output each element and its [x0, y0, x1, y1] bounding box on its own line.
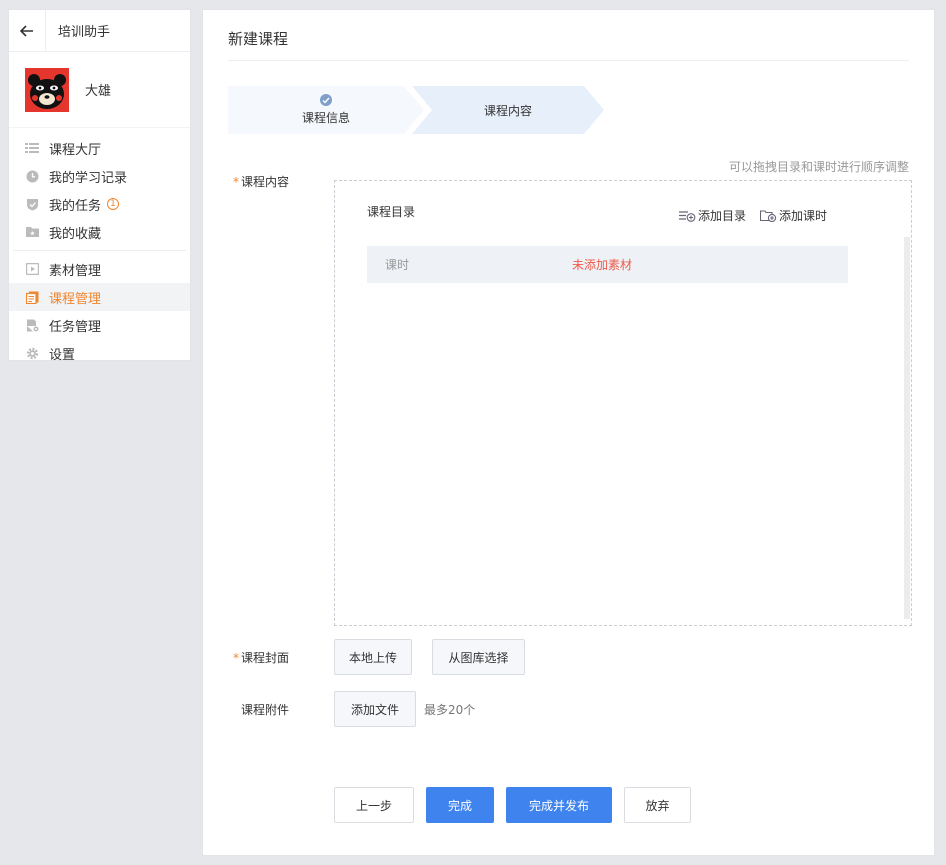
arrow-left-icon: [20, 24, 33, 37]
lesson-row[interactable]: 课时 未添加素材: [367, 246, 848, 283]
main-panel: 新建课程 课程信息 课程内容 可以拖拽目录和课时进行顺序调整 * 课程内容 课程目…: [202, 9, 935, 856]
sidebar-title: 培训助手: [58, 25, 111, 40]
cover-label-text: 课程封面: [241, 651, 290, 665]
user-info: 大雄: [9, 52, 190, 128]
add-folder-icon: [759, 209, 777, 222]
cover-field-label: * 课程封面: [233, 649, 289, 666]
drag-hint: 可以拖拽目录和课时进行顺序调整: [728, 160, 909, 174]
sidebar-header: 培训助手: [9, 9, 190, 52]
clock-icon: [25, 169, 39, 183]
sidebar: 培训助手 大雄 课程大厅 我的学习记录 我的任务 1 我的收藏 素材管理 课程管…: [8, 9, 191, 363]
task-count-badge: 1: [107, 198, 120, 210]
page-title: 新建课程: [228, 30, 289, 48]
add-file-button[interactable]: 添加文件: [334, 691, 416, 727]
list-icon: [25, 141, 39, 155]
avatar: [25, 67, 69, 112]
max-files-note: 最多20个: [424, 703, 476, 717]
user-name: 大雄: [85, 84, 112, 99]
play-icon: [25, 262, 39, 276]
required-mark: *: [233, 651, 239, 665]
attachment-field-label: 课程附件: [241, 703, 290, 717]
sidebar-item-favorites[interactable]: 我的收藏: [9, 218, 190, 246]
shield-icon: [25, 197, 39, 211]
add-catalog-label: 添加目录: [697, 209, 746, 223]
sidebar-item-study-record[interactable]: 我的学习记录: [9, 162, 190, 190]
local-upload-button[interactable]: 本地上传: [334, 639, 412, 675]
sidebar-item-material-management[interactable]: 素材管理: [9, 255, 190, 283]
content-field-label: * 课程内容: [233, 173, 289, 190]
back-button[interactable]: [9, 9, 46, 52]
content-label-text: 课程内容: [241, 175, 290, 189]
course-content-box: 课程目录 添加目录 添加课时 课时 未添加素材: [334, 180, 912, 626]
sidebar-item-label: 课程大厅: [49, 142, 102, 158]
step-course-content[interactable]: 课程内容: [412, 86, 604, 134]
abandon-button[interactable]: 放弃: [624, 787, 691, 823]
menu-divider: [13, 250, 186, 251]
title-divider: [228, 60, 909, 61]
sidebar-item-label: 课程管理: [49, 291, 102, 307]
add-lesson-button[interactable]: 添加课时: [759, 207, 827, 224]
step-course-info[interactable]: 课程信息: [228, 86, 424, 134]
scrollbar[interactable]: [904, 237, 910, 619]
step-indicator: 课程信息 课程内容: [228, 86, 608, 134]
step-label: 课程内容: [483, 103, 532, 118]
doc-gear-icon: [25, 318, 39, 332]
sidebar-item-course-hall[interactable]: 课程大厅: [9, 134, 190, 162]
finish-publish-button[interactable]: 完成并发布: [506, 787, 612, 823]
sidebar-item-course-management[interactable]: 课程管理: [9, 283, 190, 311]
finish-button[interactable]: 完成: [426, 787, 494, 823]
check-circle-icon: [320, 94, 332, 106]
sidebar-item-label: 我的学习记录: [49, 170, 128, 186]
menu-group-management: 素材管理 课程管理 任务管理 设置: [9, 255, 190, 367]
sidebar-item-my-tasks[interactable]: 我的任务 1: [9, 190, 190, 218]
sidebar-item-label: 设置: [49, 347, 76, 363]
sidebar-item-label: 我的任务: [49, 198, 102, 214]
lesson-status: 未添加素材: [572, 258, 633, 272]
sidebar-item-label: 我的收藏: [49, 226, 102, 242]
menu-group-learning: 课程大厅 我的学习记录 我的任务 1 我的收藏: [9, 128, 190, 246]
sidebar-item-task-management[interactable]: 任务管理: [9, 311, 190, 339]
add-catalog-button[interactable]: 添加目录: [678, 207, 746, 224]
lesson-name: 课时: [385, 258, 410, 272]
gallery-select-button[interactable]: 从图库选择: [432, 639, 525, 675]
add-list-icon: [678, 210, 696, 222]
sidebar-item-label: 任务管理: [49, 319, 102, 335]
gear-icon: [25, 346, 39, 360]
folder-icon: [25, 225, 39, 239]
catalog-actions: 添加目录 添加课时: [678, 207, 827, 224]
book-icon: [25, 290, 39, 304]
step-label: 课程信息: [301, 111, 350, 125]
sidebar-item-label: 素材管理: [49, 263, 102, 279]
prev-step-button[interactable]: 上一步: [334, 787, 414, 823]
sidebar-item-settings[interactable]: 设置: [9, 339, 190, 367]
catalog-title: 课程目录: [367, 205, 416, 219]
add-lesson-label: 添加课时: [778, 209, 827, 223]
required-mark: *: [233, 175, 239, 189]
